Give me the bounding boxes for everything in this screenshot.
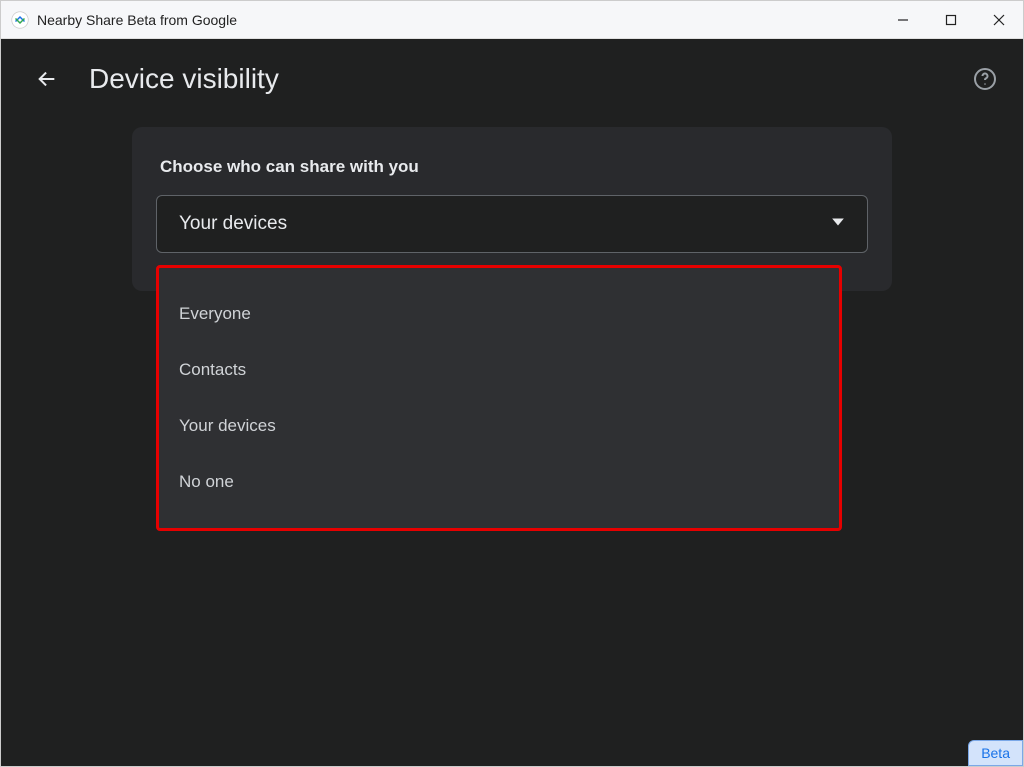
window-frame: Nearby Share Beta from Google Device vis… bbox=[0, 0, 1024, 767]
header-row: Device visibility bbox=[1, 39, 1023, 95]
dropdown-item-everyone[interactable]: Everyone bbox=[159, 286, 839, 342]
dropdown-item-your-devices[interactable]: Your devices bbox=[159, 398, 839, 454]
titlebar: Nearby Share Beta from Google bbox=[1, 1, 1023, 39]
dropdown-menu: Everyone Contacts Your devices No one bbox=[156, 265, 842, 531]
help-button[interactable] bbox=[971, 65, 999, 93]
content-panel: Choose who can share with you Your devic… bbox=[132, 127, 892, 291]
dropdown-item-no-one[interactable]: No one bbox=[159, 454, 839, 510]
back-button[interactable] bbox=[33, 65, 61, 93]
panel-label: Choose who can share with you bbox=[160, 157, 868, 177]
maximize-button[interactable] bbox=[927, 1, 975, 38]
app-icon bbox=[11, 11, 29, 29]
page-title: Device visibility bbox=[89, 63, 971, 95]
dropdown-item-contacts[interactable]: Contacts bbox=[159, 342, 839, 398]
select-value: Your devices bbox=[179, 213, 287, 235]
visibility-select[interactable]: Your devices bbox=[156, 195, 868, 253]
window-controls bbox=[879, 1, 1023, 38]
app-body: Device visibility Choose who can share w… bbox=[1, 39, 1023, 766]
close-button[interactable] bbox=[975, 1, 1023, 38]
beta-badge: Beta bbox=[968, 740, 1023, 766]
minimize-button[interactable] bbox=[879, 1, 927, 38]
chevron-down-icon bbox=[831, 215, 845, 234]
window-title: Nearby Share Beta from Google bbox=[37, 12, 879, 28]
